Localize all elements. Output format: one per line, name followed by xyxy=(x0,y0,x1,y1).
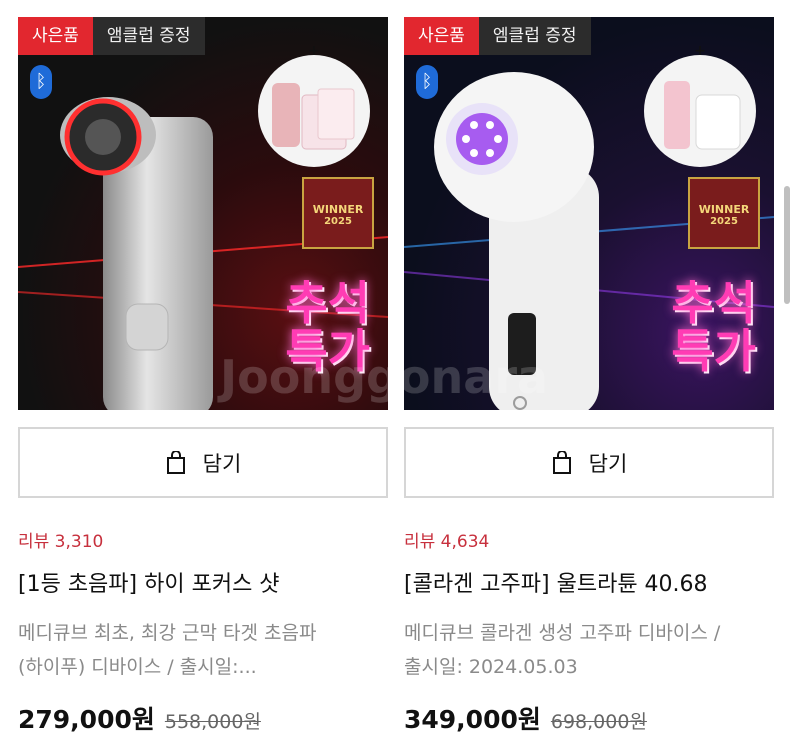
club-gift-badge: 엠클럽 증정 xyxy=(478,17,591,55)
add-to-cart-label: 담기 xyxy=(202,451,242,476)
product-card[interactable]: 사은품 엠클럽 증정 ᛒ + WINNER 2025 추석 특가 담기 리뷰 4… xyxy=(404,0,774,734)
sale-price: 349,000원 xyxy=(404,705,541,734)
product-title[interactable]: [1등 초음파] 하이 포커스 샷 xyxy=(18,566,280,598)
watermark: Joonggonara xyxy=(220,350,549,404)
shopping-bag-icon xyxy=(552,450,571,474)
gift-products-illustration xyxy=(664,81,741,150)
sale-price: 279,000원 xyxy=(18,705,155,734)
gift-badge: 사은품 xyxy=(404,17,479,55)
plus-icon: + xyxy=(694,43,706,59)
bluetooth-icon: ᛒ xyxy=(30,65,52,99)
scrollbar[interactable] xyxy=(784,186,790,304)
product-title[interactable]: [콜라겐 고주파] 울트라튠 40.68 xyxy=(404,566,708,598)
plus-icon: + xyxy=(308,43,320,59)
gift-badge: 사은품 xyxy=(18,17,93,55)
add-to-cart-button[interactable]: 담기 xyxy=(18,427,388,498)
product-description: 메디큐브 콜라겐 생성 고주파 디바이스 / 출시일: 2024.05.03 xyxy=(404,622,721,678)
original-price: 558,000원 xyxy=(164,711,261,733)
original-price: 698,000원 xyxy=(550,711,647,733)
winner-award-badge: WINNER 2025 xyxy=(688,177,760,249)
product-description: 메디큐브 최초, 최강 근막 타겟 초음파 (하이푸) 디바이스 / 출시일:.… xyxy=(18,622,317,678)
winner-award-badge: WINNER 2025 xyxy=(302,177,374,249)
club-gift-badge: 앰클럽 증정 xyxy=(92,17,205,55)
price-row: 349,000원 698,000원 xyxy=(404,700,647,736)
promo-text: 추석 특가 xyxy=(671,276,756,378)
product-card[interactable]: 사은품 앰클럽 증정 ᛒ + WINNER 2025 추석 특가 담기 리뷰 3… xyxy=(18,0,388,734)
gift-products-illustration xyxy=(272,83,355,150)
gift-bubble: + xyxy=(258,43,370,167)
add-to-cart-button[interactable]: 담기 xyxy=(404,427,774,498)
shopping-bag-icon xyxy=(166,450,185,474)
gift-bubble: + xyxy=(644,43,756,167)
review-count: 리뷰 4,634 xyxy=(404,532,490,552)
review-count: 리뷰 3,310 xyxy=(18,532,104,552)
price-row: 279,000원 558,000원 xyxy=(18,700,261,736)
bluetooth-icon: ᛒ xyxy=(416,65,438,99)
badge-group: 사은품 엠클럽 증정 xyxy=(404,17,591,55)
badge-group: 사은품 앰클럽 증정 xyxy=(18,17,205,55)
add-to-cart-label: 담기 xyxy=(588,451,628,476)
